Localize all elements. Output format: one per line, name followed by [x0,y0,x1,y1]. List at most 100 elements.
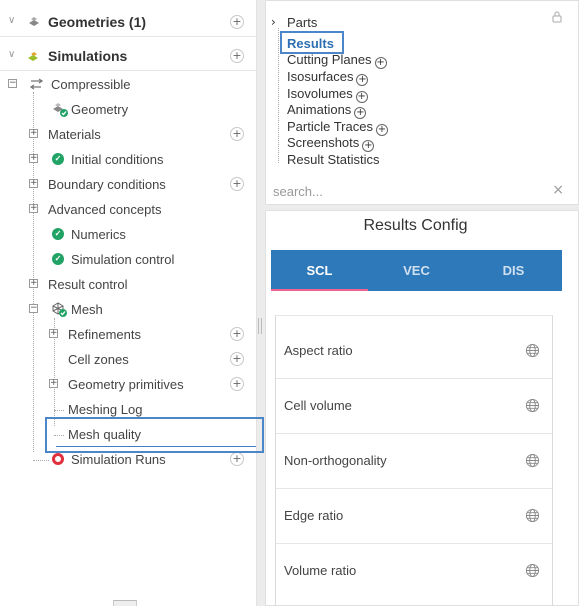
results-tree-item-result-statistics[interactable]: Result Statistics [287,152,379,167]
expand-toggle[interactable]: + [29,129,38,138]
mesh-icon [52,302,67,317]
simulation-tree-panel: ∨ Geometries (1) + ∨ Simulations + − Com… [0,0,257,606]
results-config-panel: Results Config SCL VEC DIS Aspect ratio … [265,210,579,606]
globe-icon[interactable] [525,453,540,468]
flow-icon [30,78,44,90]
tree-item-mesh-label: Mesh [71,302,103,317]
tree-item-result-control-label: Result control [48,277,128,292]
add-screenshot-button[interactable]: + [362,140,375,152]
chevron-right-icon[interactable]: › [271,15,276,29]
add-cell-zone-button[interactable]: + [230,352,244,366]
list-item[interactable]: Edge ratio [276,489,552,544]
highlight-box-results [280,31,344,54]
add-refinement-button[interactable]: + [230,327,244,341]
check-icon: ✓ [52,253,64,265]
tree-connector [278,28,279,163]
add-simulation-button[interactable]: + [230,49,244,63]
expand-toggle[interactable]: + [29,279,38,288]
highlight-box-mesh-quality [45,417,264,453]
chevron-down-icon[interactable]: ∨ [8,15,15,26]
expand-toggle[interactable]: + [29,154,38,163]
globe-icon[interactable] [525,398,540,413]
results-tree-item-parts[interactable]: Parts [287,15,317,30]
collapse-toggle[interactable]: − [29,304,38,313]
tree-geometries[interactable]: ∨ Geometries (1) + [0,7,257,37]
expand-toggle[interactable]: + [29,179,38,188]
results-config-tabs: SCL VEC DIS [271,250,562,291]
tree-item-numerics[interactable]: ✓ Numerics [0,222,257,247]
tree-item-initial-conditions-label: Initial conditions [71,152,164,167]
results-tree-item-label: Particle Traces [287,119,373,134]
lock-icon[interactable] [552,11,562,23]
tree-item-result-control[interactable]: + Result control [0,272,257,297]
error-status-icon [52,453,64,465]
list-item[interactable]: Cell volume [276,379,552,434]
results-tree-item-label: Isosurfaces [287,69,354,84]
results-tree-item-isovolumes[interactable]: Isovolumes + [287,86,368,103]
panel-title: Results Config [363,217,468,234]
list-item[interactable]: Non-orthogonality [276,434,552,489]
results-tree-panel: › Parts Results Cutting Planes + Isosurfa… [265,0,579,205]
results-tree-item-animations[interactable]: Animations + [287,102,367,119]
tree-item-geometry-label: Geometry [71,102,129,117]
results-tree-item-isosurfaces[interactable]: Isosurfaces + [287,69,369,86]
globe-icon[interactable] [525,343,540,358]
results-tree-item-label: Cutting Planes [287,52,372,67]
add-animation-button[interactable]: + [354,107,367,119]
tree-item-refinements[interactable]: + Refinements + [0,322,257,347]
list-item-label: Aspect ratio [284,343,353,358]
panel-resize-handle[interactable] [113,600,137,606]
collapse-toggle[interactable]: − [8,79,17,88]
tree-item-meshing-log-label: Meshing Log [68,402,143,417]
add-boundary-condition-button[interactable]: + [230,177,244,191]
tree-item-geometry[interactable]: Geometry [0,97,257,122]
tree-item-numerics-label: Numerics [71,227,126,242]
expand-toggle[interactable]: + [49,329,58,338]
tree-simulations[interactable]: ∨ Simulations + [0,41,257,71]
tree-item-compressible-label: Compressible [51,77,131,92]
clear-search-icon[interactable]: × [552,182,564,198]
add-particle-trace-button[interactable]: + [375,124,388,136]
results-tree-item-label: Animations [287,102,352,117]
tab-scl[interactable]: SCL [271,250,368,291]
tree-geometries-label: Geometries (1) [48,14,147,30]
tab-dis[interactable]: DIS [465,250,562,291]
tree-item-advanced-concepts[interactable]: + Advanced concepts [0,197,257,222]
tree-item-geometry-primitives[interactable]: + Geometry primitives + [0,372,257,397]
results-tree-item-label: Parts [287,15,318,30]
search-input[interactable]: search... [273,184,323,199]
tree-item-compressible[interactable]: − Compressible [0,72,257,97]
results-tree-item-cutting-planes[interactable]: Cutting Planes + [287,52,387,69]
expand-toggle[interactable]: + [49,379,58,388]
tree-simulations-label: Simulations [48,48,128,64]
tree-item-cell-zones-label: Cell zones [68,352,129,367]
tree-item-simulation-control[interactable]: ✓ Simulation control [0,247,257,272]
tree-item-boundary-conditions[interactable]: + Boundary conditions + [0,172,257,197]
check-icon: ✓ [52,153,64,165]
add-isosurface-button[interactable]: + [356,74,369,86]
tab-label: SCL [306,263,333,278]
list-item[interactable]: Aspect ratio [276,324,552,379]
results-tree-item-particle-traces[interactable]: Particle Traces + [287,119,388,136]
tree-item-cell-zones[interactable]: Cell zones + [0,347,257,372]
results-tree-item-label: Result Statistics [287,152,380,167]
splitter-handle[interactable] [258,318,262,334]
list-item-label: Edge ratio [284,508,344,523]
tab-label: DIS [502,263,525,278]
list-item[interactable]: Volume ratio [276,544,552,599]
globe-icon[interactable] [525,563,540,578]
results-tree-item-screenshots[interactable]: Screenshots + [287,135,375,152]
chevron-down-icon[interactable]: ∨ [8,49,15,60]
add-cutting-plane-button[interactable]: + [374,57,387,69]
tree-item-initial-conditions[interactable]: + ✓ Initial conditions [0,147,257,172]
globe-icon[interactable] [525,508,540,523]
add-simulation-run-button[interactable]: + [230,452,244,466]
add-geometry-primitive-button[interactable]: + [230,377,244,391]
tree-item-materials[interactable]: + Materials + [0,122,257,147]
results-tree-item-label: Isovolumes [287,86,353,101]
add-material-button[interactable]: + [230,127,244,141]
tab-vec[interactable]: VEC [368,250,465,291]
expand-toggle[interactable]: + [29,204,38,213]
tree-item-mesh[interactable]: − Mesh [0,297,257,322]
add-geometry-button[interactable]: + [230,15,244,29]
